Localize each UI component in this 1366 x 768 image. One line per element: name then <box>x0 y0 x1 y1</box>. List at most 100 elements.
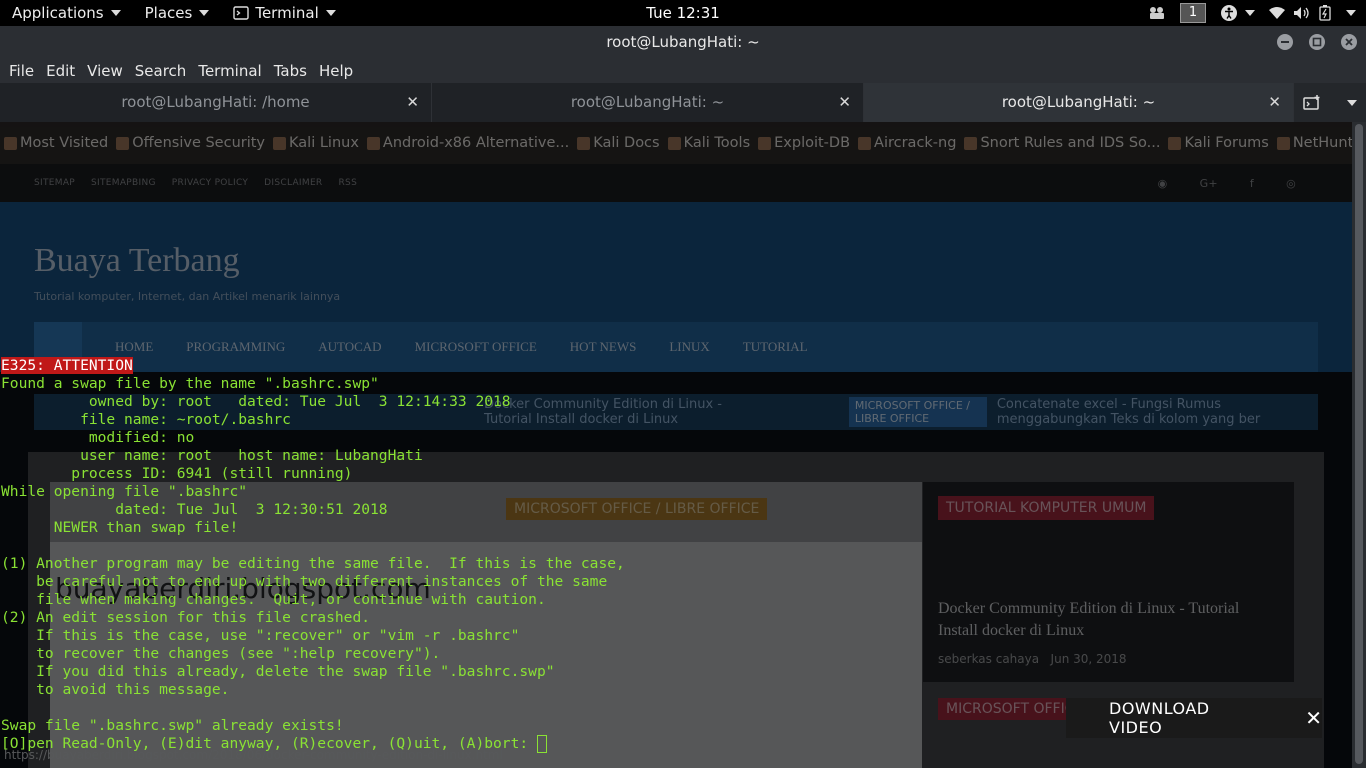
featured-meta: seberkas cahaya Jun 30, 2018 <box>938 652 1127 666</box>
tabs-menu-icon[interactable] <box>1346 99 1357 106</box>
tab-label: root@LubangHati: /home <box>121 93 310 111</box>
bookmark-icon <box>858 136 872 150</box>
menu-search[interactable]: Search <box>129 62 193 80</box>
vim-line: (2) An edit session for this file crashe… <box>1 609 371 626</box>
site-link: SITEMAP <box>34 178 76 188</box>
bookmarks-bar: Most Visited Offensive Security Kali Lin… <box>0 122 1366 164</box>
workspace-indicator[interactable]: 1 <box>1180 3 1206 23</box>
accessibility-icon <box>1221 5 1237 21</box>
vim-output: E325: ATTENTION Found a swap file by the… <box>1 357 625 753</box>
bookmark-icon <box>667 136 681 150</box>
category-tag: TUTORIAL KOMPUTER UMUM <box>938 496 1155 520</box>
chevron-down-icon <box>199 10 210 16</box>
close-icon <box>1345 38 1353 46</box>
bookmark-kali-tools: Kali Tools <box>664 135 755 151</box>
applications-label: Applications <box>12 4 104 22</box>
minimize-button[interactable] <box>1277 34 1293 50</box>
places-label: Places <box>144 4 193 22</box>
close-window-button[interactable] <box>1341 34 1357 50</box>
bookmark-most-visited: Most Visited <box>0 135 112 151</box>
tab-root-2-active[interactable]: root@LubangHati: ~ ✕ <box>864 83 1294 122</box>
bookmark-kali-docs: Kali Docs <box>573 135 663 151</box>
nav-item: PROGRAMMING <box>186 339 286 354</box>
terminal-app-menu[interactable]: Terminal <box>221 0 347 26</box>
nav-item: AUTOCAD <box>318 339 382 354</box>
vim-line: owned by: root dated: Tue Jul 3 12:14:33… <box>1 393 511 410</box>
bookmark-icon <box>273 136 287 150</box>
terminal-scrollbar[interactable] <box>1352 122 1366 768</box>
vim-line: file name: ~root/.bashrc <box>1 411 291 428</box>
close-icon[interactable]: ✕ <box>1305 706 1322 730</box>
vim-line: to recover the changes (see ":help recov… <box>1 645 441 662</box>
terminal-view[interactable]: Most Visited Offensive Security Kali Lin… <box>0 122 1366 768</box>
menu-help[interactable]: Help <box>313 62 359 80</box>
bookmark-kali-forums: Kali Forums <box>1164 135 1272 151</box>
vim-line: file when making changes. Quit, or conti… <box>1 591 546 608</box>
bookmark-icon <box>964 136 978 150</box>
download-video-label: DOWNLOAD VIDEO <box>1109 699 1210 737</box>
bookmark-icon <box>1276 136 1290 150</box>
nav-item: TUTORIAL <box>742 339 808 354</box>
top-bar: Applications Places Terminal Tue 12:31 1 <box>0 0 1366 26</box>
instagram-icon: ◎ <box>1286 176 1296 190</box>
bookmark-label: Kali Docs <box>593 135 660 151</box>
menu-view[interactable]: View <box>81 62 129 80</box>
status-menu[interactable] <box>1269 5 1356 21</box>
download-video-banner[interactable]: DOWNLOAD VIDEO ✕ <box>1066 698 1322 738</box>
bookmark-label: Kali Forums <box>1184 135 1269 151</box>
vim-line: While opening file ".bashrc" <box>1 483 248 500</box>
places-menu[interactable]: Places <box>133 0 222 26</box>
bookmark-snort: Snort Rules and IDS So... <box>960 135 1164 151</box>
menu-edit[interactable]: Edit <box>40 62 81 80</box>
social-icons: ◉ G+ f ◎ <box>1158 164 1312 202</box>
close-tab-icon[interactable]: ✕ <box>1268 83 1281 121</box>
bookmark-kali-linux: Kali Linux <box>269 135 363 151</box>
vim-line: be careful not to end up with two differ… <box>1 573 608 590</box>
vim-line: (1) Another program may be editing the s… <box>1 555 625 572</box>
chevron-down-icon <box>325 10 336 16</box>
nav-item: HOT NEWS <box>569 339 637 354</box>
bookmark-label: Kali Linux <box>289 135 359 151</box>
vim-prompt: [O]pen Read-Only, (E)dit anyway, (R)ecov… <box>1 735 537 752</box>
author: seberkas cahaya <box>938 652 1040 666</box>
site-link: SITEMAPBING <box>91 178 156 188</box>
bookmark-exploit-db: Exploit-DB <box>754 135 854 151</box>
terminal-label: Terminal <box>255 4 319 22</box>
bookmark-icon <box>366 136 380 150</box>
tab-bar: root@LubangHati: /home ✕ root@LubangHati… <box>0 83 1366 122</box>
window-title-bar[interactable]: root@LubangHati: ~ <box>0 26 1366 59</box>
accessibility-menu[interactable] <box>1220 4 1255 22</box>
maximize-button[interactable] <box>1309 34 1325 50</box>
new-tab-icon[interactable] <box>1303 94 1321 111</box>
vim-line: to avoid this message. <box>1 681 230 698</box>
chevron-down-icon <box>1346 10 1356 16</box>
site-brand: Buaya Terbang <box>34 242 240 279</box>
menu-terminal[interactable]: Terminal <box>192 62 267 80</box>
tab-label: root@LubangHati: ~ <box>1001 93 1156 111</box>
minimize-icon <box>1281 41 1289 43</box>
tab-tools <box>1294 83 1366 122</box>
featured-title: Docker Community Edition di Linux - Tuto… <box>938 600 1240 639</box>
tab-root-1[interactable]: root@LubangHati: ~ ✕ <box>432 83 864 122</box>
vim-line: dated: Tue Jul 3 12:30:51 2018 <box>1 501 388 518</box>
volume-icon <box>1294 7 1309 19</box>
applications-menu[interactable]: Applications <box>0 0 133 26</box>
window-title: root@LubangHati: ~ <box>606 33 760 51</box>
camera-icon[interactable] <box>1148 6 1166 20</box>
menu-file[interactable]: File <box>3 62 40 80</box>
maximize-icon <box>1312 37 1322 47</box>
menu-tabs[interactable]: Tabs <box>268 62 313 80</box>
rss-icon: ◉ <box>1157 176 1168 190</box>
close-tab-icon[interactable]: ✕ <box>406 83 419 121</box>
tab-home[interactable]: root@LubangHati: /home ✕ <box>0 83 432 122</box>
close-tab-icon[interactable]: ✕ <box>838 83 851 121</box>
wifi-icon <box>1269 7 1285 19</box>
site-header: Buaya Terbang Tutorial komputer, Interne… <box>0 202 1352 372</box>
bookmark-icon <box>758 136 772 150</box>
terminal-cursor[interactable] <box>536 735 547 753</box>
scrollbar-thumb[interactable] <box>1355 124 1363 764</box>
site-link: RSS <box>338 178 358 188</box>
chevron-down-icon <box>110 10 121 16</box>
chevron-down-icon <box>1245 10 1255 16</box>
nav-item: LINUX <box>669 339 710 354</box>
